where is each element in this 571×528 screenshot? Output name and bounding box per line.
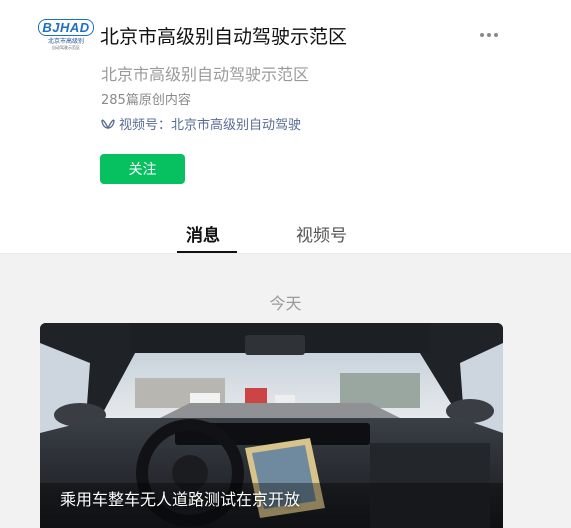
tab-messages[interactable]: 消息 [186, 221, 220, 246]
article-card[interactable]: 乘用车整车无人道路测试在京开放 [40, 323, 503, 528]
date-label: 今天 [269, 294, 302, 313]
logo-mark: BJHAD [38, 18, 94, 36]
video-channel-icon [101, 118, 115, 129]
logo-subtitle: 北京市高级别 [47, 37, 84, 45]
message-feed: 今天 乘用车整车无人道路测试在京开放 [0, 254, 571, 528]
more-dots-icon[interactable] [478, 25, 500, 45]
tab-video-channel[interactable]: 视频号 [296, 221, 347, 246]
account-description: 北京市高级别自动驾驶示范区 [101, 65, 310, 84]
logo-subtitle-small: 自动驾驶示范区 [52, 44, 80, 50]
account-profile: BJHAD 北京市高级别 自动驾驶示范区 北京市高级别自动驾驶示范区 北京市高级… [0, 0, 571, 210]
article-count: 285篇原创内容 [101, 93, 191, 108]
follow-button[interactable]: 关注 [100, 154, 185, 184]
video-channel-link[interactable]: 视频号：北京市高级别自动驾驶 [101, 114, 301, 133]
article-title: 乘用车整车无人道路测试在京开放 [60, 490, 301, 509]
video-channel-label: 视频号：北京市高级别自动驾驶 [119, 118, 302, 133]
tab-bar: 消息 视频号 [0, 210, 571, 254]
account-logo[interactable]: BJHAD 北京市高级别 自动驾驶示范区 [38, 14, 94, 54]
account-name: 北京市高级别自动驾驶示范区 [100, 26, 348, 48]
active-tab-indicator [177, 251, 237, 253]
